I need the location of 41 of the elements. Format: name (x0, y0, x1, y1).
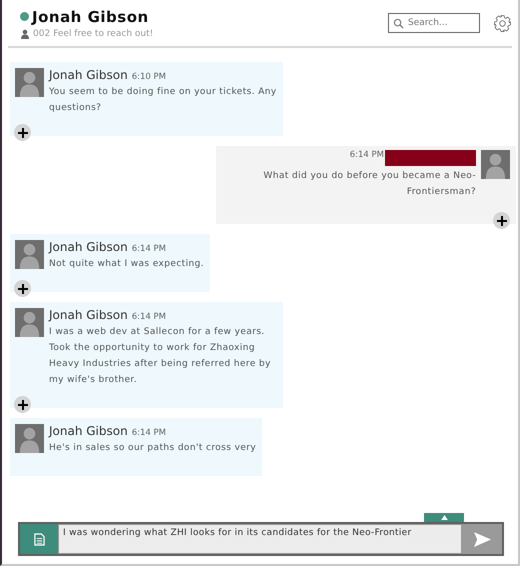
avatar-icon (481, 150, 510, 179)
scroll-up-button[interactable] (424, 513, 464, 522)
avatar-icon (15, 240, 44, 269)
plus-icon (496, 214, 508, 226)
message-input[interactable]: I was wondering what ZHI looks for in its candidates for the Neo-Frontier (58, 524, 462, 554)
caret-icon (440, 515, 448, 520)
avatar-icon (15, 68, 44, 97)
user-icon (20, 28, 30, 38)
add-reaction-button[interactable] (493, 212, 510, 229)
message-text: I was a web dev at Sallecon for a few years. Took the opportunity to work for Zhaoxing Heavy Industries after being referred here by my wife's brother. (49, 326, 272, 387)
add-reaction-button[interactable] (14, 280, 31, 297)
message-text: What did you do before you became a Neo-Frontiersman? (262, 170, 476, 199)
sender-name: Jonah Gibson (49, 424, 128, 438)
plus-icon (16, 282, 28, 294)
plus-icon (16, 398, 28, 410)
status-message: Feel free to reach out! (53, 28, 154, 38)
send-button[interactable] (462, 524, 502, 554)
message-time: 6:10 PM (132, 72, 166, 82)
add-reaction-button[interactable] (14, 396, 31, 413)
message-time: 6:14 PM (132, 428, 166, 438)
message-time: 6:14 PM (132, 244, 166, 254)
message-text: He's in sales so our paths don't cross very (49, 442, 256, 455)
avatar-icon (15, 308, 44, 337)
sender-name: Jonah Gibson (49, 240, 128, 254)
sender-name: Jonah Gibson (49, 308, 128, 322)
contact-name: Jonah Gibson (32, 8, 149, 26)
message-text: Not quite what I was expecting. (49, 258, 204, 271)
message-time: 6:14 PM (350, 150, 384, 160)
status-id: 002 (33, 28, 50, 38)
avatar-icon (15, 424, 44, 453)
document-icon (34, 532, 44, 546)
attach-button[interactable] (20, 524, 58, 554)
add-reaction-button[interactable] (14, 124, 31, 141)
search-icon (393, 18, 404, 29)
message-text: You seem to be doing fine on your tickets. Any questions? (49, 86, 277, 115)
plus-icon (16, 126, 28, 138)
search-field[interactable]: Search... (388, 13, 480, 33)
send-icon (474, 532, 490, 546)
message-time: 6:14 PM (132, 312, 166, 322)
settings-icon[interactable] (493, 14, 512, 32)
sender-name: Jonah Gibson (49, 68, 128, 82)
